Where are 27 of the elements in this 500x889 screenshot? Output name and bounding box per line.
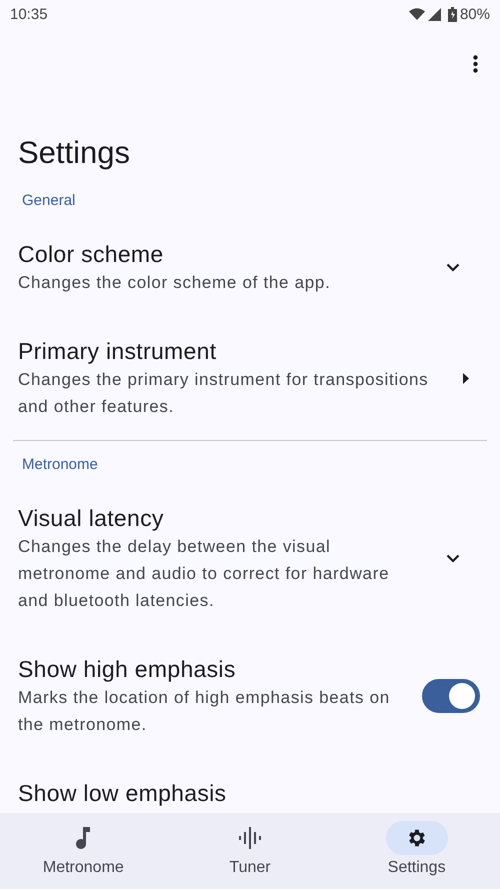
wifi-icon xyxy=(408,8,425,20)
page-title: Settings xyxy=(17,134,132,172)
toggle-switch[interactable] xyxy=(422,679,480,713)
setting-title[interactable]: Visual latency xyxy=(18,503,420,533)
section-header: Metronome xyxy=(21,455,99,475)
battery-icon xyxy=(448,6,457,22)
chevron-down-icon[interactable] xyxy=(446,554,460,563)
nav-tab[interactable]: Settings xyxy=(333,813,500,889)
section-header: General xyxy=(21,191,76,211)
setting-description: Changes the color scheme of the app. xyxy=(18,272,332,294)
chevron-down-icon[interactable] xyxy=(446,263,460,272)
music-note-icon xyxy=(76,827,90,849)
signal-icon xyxy=(428,8,441,20)
setting-description: Marks the location of high emphasis beats on the metronome. xyxy=(18,687,391,736)
nav-tab[interactable]: Tuner xyxy=(166,813,334,889)
caret-right-icon[interactable] xyxy=(463,372,469,384)
setting-description: Changes the primary instrument for transpositions and other features. xyxy=(18,369,430,418)
setting-description: Changes the delay between the visual metronome and audio to correct for hardware and bluetooth latencies. xyxy=(18,536,390,612)
status-time: 10:35 xyxy=(10,6,48,22)
setting-title[interactable]: Show high emphasis xyxy=(18,654,410,684)
setting-title[interactable]: Color scheme xyxy=(18,239,420,269)
setting-title[interactable]: Primary instrument xyxy=(18,336,446,366)
battery-level: 80% xyxy=(460,6,490,22)
nav-tab[interactable]: Metronome xyxy=(0,813,167,889)
more-options-icon[interactable] xyxy=(473,55,478,73)
waveform-icon xyxy=(239,827,261,849)
setting-title[interactable]: Show low emphasis xyxy=(18,778,486,808)
